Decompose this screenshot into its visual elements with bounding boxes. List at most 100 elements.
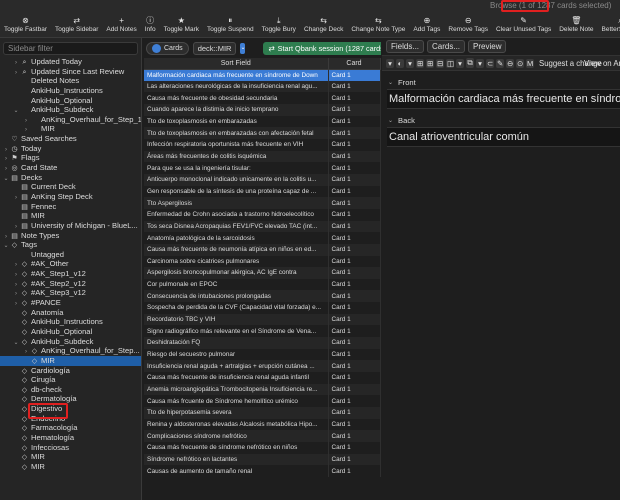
- expand-arrow-icon[interactable]: ›: [22, 117, 30, 125]
- sidebar-item[interactable]: › ◇ #PANCE: [0, 298, 141, 308]
- sidebar-item[interactable]: ◇ MIR: [0, 355, 141, 366]
- sidebar-item[interactable]: ◇ MIR: [0, 462, 141, 472]
- expand-arrow-icon[interactable]: ›: [12, 281, 20, 289]
- table-row[interactable]: Cuando aparece la distimia de inicio tem…: [144, 103, 381, 116]
- sidebar-item[interactable]: ◇ Endocrino: [0, 414, 141, 424]
- sidebar-item[interactable]: › ◇ #AK_Other: [0, 259, 141, 269]
- sidebar-item[interactable]: › ◇ #AK_Step3_v12: [0, 288, 141, 298]
- sidebar-item[interactable]: ▤ Fennec: [0, 202, 141, 212]
- table-row[interactable]: Para que se usa la ingeniería tisular: Ca…: [144, 162, 381, 174]
- format-tool-icon[interactable]: ⊞: [426, 58, 434, 68]
- expand-arrow-icon[interactable]: ›: [12, 59, 20, 67]
- table-row[interactable]: Áreas más frecuentes de colitis isquémic…: [144, 150, 381, 163]
- table-row[interactable]: Cor pulmonale en EPOC Card 1: [144, 278, 381, 291]
- sidebar-item[interactable]: ▤ Current Deck: [0, 182, 141, 192]
- sidebar-item[interactable]: › ▤ University of Michigan - BlueL...: [0, 221, 141, 231]
- sidebar-item[interactable]: ◇ Hematología: [0, 433, 141, 443]
- format-tool-icon[interactable]: ⊞: [416, 58, 424, 68]
- format-tool-icon[interactable]: ⊖: [506, 58, 514, 68]
- sidebar-item[interactable]: › ◇ #AK_Step1_v12: [0, 269, 141, 279]
- table-row[interactable]: Renina y aldosteronas elevadas Alcalosis…: [144, 418, 381, 431]
- expand-arrow-icon[interactable]: ›: [22, 126, 30, 134]
- format-tool-icon[interactable]: ⊂: [486, 58, 494, 68]
- toolbar-button-remove-tags[interactable]: ⊖ Remove Tags: [444, 12, 492, 37]
- table-row[interactable]: Causa más frecuente de insuficiencia ren…: [144, 372, 381, 384]
- sidebar-item[interactable]: AnkiHub_Optional: [0, 96, 141, 106]
- table-row[interactable]: Enfermedad de Crohn asociada a trastorno…: [144, 208, 381, 221]
- format-tool-icon[interactable]: ◐: [396, 58, 404, 68]
- cards-button[interactable]: Cards...: [427, 40, 466, 53]
- sidebar-item[interactable]: ◇ Infecciosas: [0, 443, 141, 453]
- table-row[interactable]: Tto de hiperpotasemia severa Card 1: [144, 407, 381, 419]
- toolbar-button-toggle-bury[interactable]: ⤓ Toggle Bury: [258, 12, 300, 37]
- table-row[interactable]: Síndrome nefrótico en lactantes Card 1: [144, 453, 381, 466]
- toolbar-button-info[interactable]: ⓘ Info: [141, 12, 160, 37]
- toolbar-button-toggle-fastbar[interactable]: ⊗ Toggle Fastbar: [0, 12, 51, 37]
- table-row[interactable]: Causas de aumento de tamaño renal Card 1: [144, 465, 381, 477]
- table-row[interactable]: Las alteraciones neurológicas de la insu…: [144, 80, 381, 93]
- expand-arrow-icon[interactable]: ›: [12, 69, 20, 77]
- toolbar-button-change-deck[interactable]: ⇆ Change Deck: [300, 12, 347, 37]
- table-row[interactable]: Causa más frcuente de Síndrome hemolític…: [144, 395, 381, 408]
- sidebar-item[interactable]: AnkiHub_Instructions: [0, 86, 141, 96]
- sidebar-item[interactable]: › ⌕ Updated Today: [0, 57, 141, 67]
- sidebar-item[interactable]: › ▤ Note Types: [0, 231, 141, 241]
- toolbar-button-clear-unused-tags[interactable]: ✎ Clear Unused Tags: [492, 12, 555, 37]
- sidebar-item[interactable]: ◇ Anatomía: [0, 308, 141, 318]
- sidebar-item[interactable]: › ◇ AnKing_Overhaul_for_Step...: [0, 346, 141, 356]
- format-tool-icon[interactable]: ▾: [406, 58, 414, 68]
- toolbar-button-add-notes[interactable]: + Add Notes: [102, 12, 140, 37]
- toolbar-button-bettersearch[interactable]: ⌕BetterSearch: [598, 12, 620, 37]
- sidebar-filter-input[interactable]: Sidebar filter: [3, 42, 138, 55]
- table-row[interactable]: Infección respiratoria oportunista más f…: [144, 138, 381, 151]
- sidebar-item[interactable]: ▤ MIR: [0, 211, 141, 221]
- expand-arrow-icon[interactable]: ›: [12, 194, 20, 202]
- sidebar-item[interactable]: ◇ AnkiHub_Instructions: [0, 317, 141, 327]
- table-row[interactable]: Causa más frecuente de síndrome nefrótic…: [144, 442, 381, 454]
- table-row[interactable]: Deshidratación FQ Card 1: [144, 337, 381, 349]
- table-row[interactable]: Anatomía patológica de la sarcoidosis Car…: [144, 232, 381, 244]
- expand-arrow-icon[interactable]: ⌄: [12, 339, 20, 347]
- expand-arrow-icon[interactable]: ›: [22, 348, 30, 356]
- sidebar-item[interactable]: › ⚑ Flags: [0, 153, 141, 163]
- view-on-ankihub-button[interactable]: View on AnkiH: [584, 59, 620, 68]
- expand-arrow-icon[interactable]: ›: [12, 261, 20, 269]
- table-row[interactable]: Tto de toxoplasmosis en embarazadas Card …: [144, 115, 381, 128]
- sidebar-item[interactable]: › ◎ Card State: [0, 163, 141, 173]
- format-tool-icon[interactable]: ⊙: [516, 58, 524, 68]
- sidebar-item[interactable]: › ◷ Today: [0, 144, 141, 154]
- format-tool-icon[interactable]: M: [526, 58, 534, 68]
- front-field-label[interactable]: ⌄ Front: [388, 75, 620, 89]
- sidebar-item[interactable]: ⌄ ◇ Tags: [0, 240, 141, 250]
- expand-arrow-icon[interactable]: ›: [12, 271, 20, 279]
- format-tool-icon[interactable]: ⧉: [466, 58, 474, 68]
- format-tool-icon[interactable]: ▾: [476, 58, 484, 68]
- format-tool-icon[interactable]: ✎: [496, 58, 504, 68]
- table-row[interactable]: Causa más frecuente de obesidad secundar…: [144, 92, 381, 104]
- sidebar-item[interactable]: › ⌕ Updated Since Last Review: [0, 67, 141, 77]
- column-header-card[interactable]: Card: [328, 58, 381, 70]
- table-row[interactable]: Malformación cardiaca más frecuente en s…: [144, 69, 381, 81]
- sidebar-item[interactable]: ◇ Digestivo: [0, 404, 141, 414]
- front-field-editor[interactable]: Malformación cardiaca más frecuente en s…: [387, 89, 620, 109]
- sidebar-item[interactable]: › MIR: [0, 124, 141, 134]
- sidebar-item[interactable]: › ◇ #AK_Step2_v12: [0, 279, 141, 289]
- expand-arrow-icon[interactable]: ⌄: [2, 242, 10, 250]
- toolbar-button-toggle-suspend[interactable]: ⏸ Toggle Suspend: [203, 12, 258, 37]
- sidebar-item[interactable]: ◇ MIR: [0, 452, 141, 462]
- toolbar-button-add-tags[interactable]: ⊕ Add Tags: [409, 12, 444, 37]
- sidebar-item[interactable]: ♡ Saved Searches: [0, 134, 141, 144]
- table-row[interactable]: Anemia microangiopática Trombocitopenia …: [144, 383, 381, 396]
- column-header-sort-field[interactable]: Sort Field: [144, 58, 329, 70]
- table-row[interactable]: Causa más frecuente de neumonía atípica …: [144, 243, 381, 256]
- table-row[interactable]: Tto de toxoplasmosis en embarazadas con …: [144, 127, 381, 139]
- table-row[interactable]: Carcinoma sobre cicatrices pulmonares Car…: [144, 255, 381, 268]
- table-row[interactable]: Anticuerpo monoclonal indicado unicament…: [144, 173, 381, 186]
- format-tool-icon[interactable]: ▾: [386, 58, 394, 68]
- sidebar-item[interactable]: ⌄ ▤ Decks: [0, 173, 141, 183]
- sidebar-item[interactable]: › ▤ AnKing Step Deck: [0, 192, 141, 202]
- sidebar-item[interactable]: ⌄ ◇ AnkiHub_Subdeck: [0, 337, 141, 347]
- expand-arrow-icon[interactable]: ›: [2, 146, 10, 154]
- format-tool-icon[interactable]: ◫: [446, 58, 454, 68]
- table-row[interactable]: Aspergilosis broncopulmonar alérgica, AC…: [144, 267, 381, 279]
